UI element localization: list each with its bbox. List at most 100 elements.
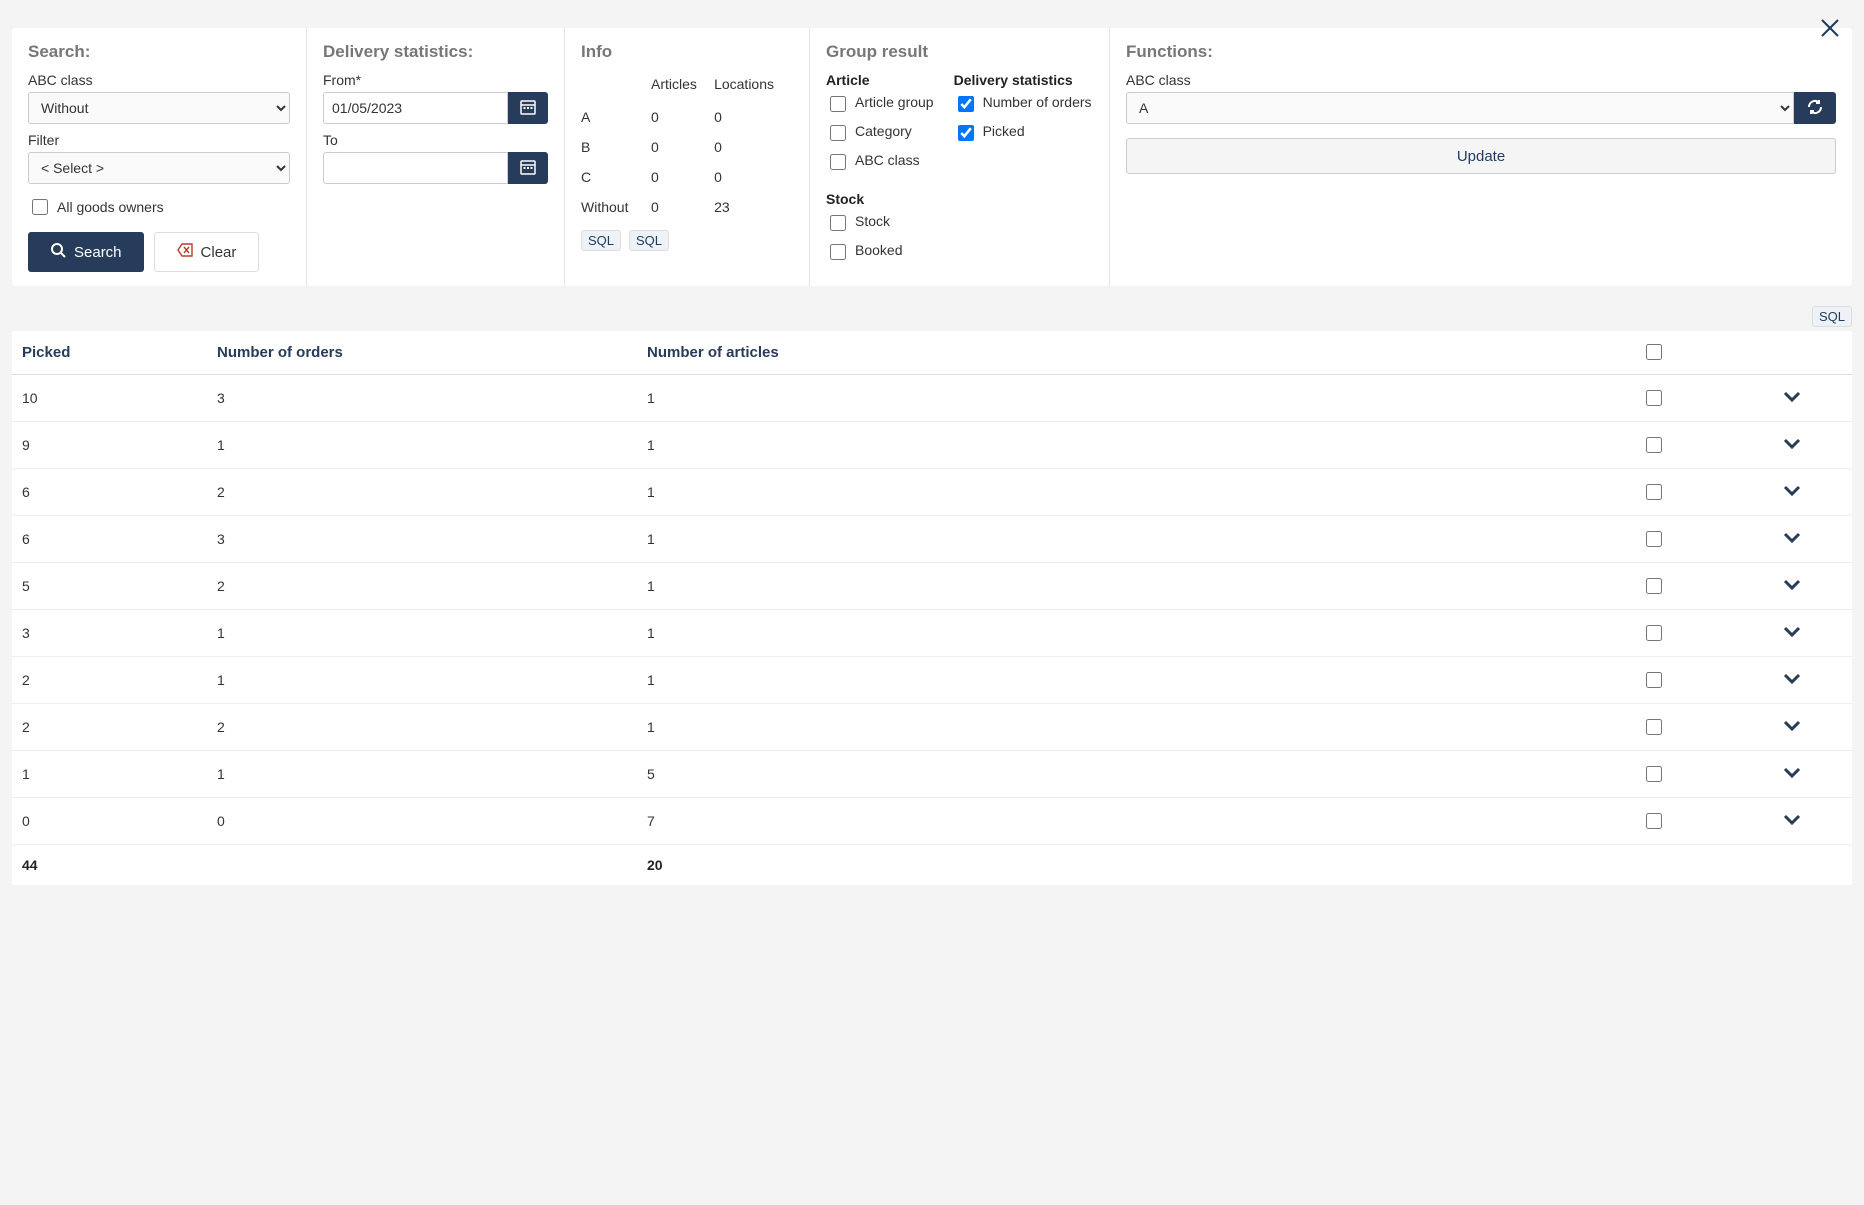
row-checkbox[interactable] xyxy=(1646,813,1662,829)
search-button[interactable]: Search xyxy=(28,232,144,272)
refresh-button[interactable] xyxy=(1794,92,1836,124)
chevron-down-icon[interactable] xyxy=(1783,531,1801,547)
row-checkbox[interactable] xyxy=(1646,531,1662,547)
clear-button[interactable]: Clear xyxy=(154,232,260,272)
panel-functions: Functions: ABC class A Update xyxy=(1110,28,1852,286)
cell-orders: 1 xyxy=(207,751,637,798)
from-date-input[interactable] xyxy=(323,92,508,124)
row-checkbox[interactable] xyxy=(1646,719,1662,735)
results-sql-badge[interactable]: SQL xyxy=(1812,306,1852,327)
chevron-down-icon[interactable] xyxy=(1783,437,1801,453)
chevron-down-icon[interactable] xyxy=(1783,672,1801,688)
group-article-item: Article group xyxy=(826,94,934,115)
chevron-down-icon[interactable] xyxy=(1783,719,1801,735)
refresh-icon xyxy=(1807,99,1823,118)
table-row: 1031 xyxy=(12,375,1852,422)
col-header-picked[interactable]: Picked xyxy=(12,331,207,375)
row-checkbox[interactable] xyxy=(1646,578,1662,594)
chevron-down-icon[interactable] xyxy=(1783,578,1801,594)
row-checkbox[interactable] xyxy=(1646,437,1662,453)
info-row: Without023 xyxy=(581,192,793,222)
group-stock-checkbox[interactable] xyxy=(830,215,846,231)
abc-class-label: ABC class xyxy=(28,72,290,88)
to-date-input[interactable] xyxy=(323,152,508,184)
group-delivery-checkbox[interactable] xyxy=(958,96,974,112)
cell-orders: 0 xyxy=(207,798,637,845)
functions-abc-select[interactable]: A xyxy=(1126,92,1794,124)
info-row-label: Without xyxy=(581,192,651,222)
functions-title: Functions: xyxy=(1126,42,1836,62)
from-date-picker-button[interactable] xyxy=(508,92,548,124)
group-article-label: ABC class xyxy=(855,152,920,168)
results-totals-row: 44 20 xyxy=(12,845,1852,886)
update-button[interactable]: Update xyxy=(1126,138,1836,174)
chevron-down-icon[interactable] xyxy=(1783,766,1801,782)
to-label: To xyxy=(323,132,548,148)
info-row-label: B xyxy=(581,132,651,162)
cell-articles: 1 xyxy=(637,422,1632,469)
total-picked: 44 xyxy=(12,845,207,886)
info-col-articles: Articles xyxy=(651,72,714,102)
group-stock-checkbox[interactable] xyxy=(830,244,846,260)
group-stock-item: Stock xyxy=(826,213,934,234)
cell-orders: 2 xyxy=(207,469,637,516)
info-row-articles: 0 xyxy=(651,162,714,192)
cell-articles: 1 xyxy=(637,704,1632,751)
results-table: Picked Number of orders Number of articl… xyxy=(12,331,1852,885)
cell-articles: 1 xyxy=(637,516,1632,563)
panel-delivery: Delivery statistics: From* To xyxy=(307,28,565,286)
group-article-item: ABC class xyxy=(826,152,934,173)
to-date-picker-button[interactable] xyxy=(508,152,548,184)
article-head: Article xyxy=(826,72,934,88)
group-delivery-checkbox[interactable] xyxy=(958,125,974,141)
cell-articles: 1 xyxy=(637,610,1632,657)
table-row: 521 xyxy=(12,563,1852,610)
cell-picked: 5 xyxy=(12,563,207,610)
row-checkbox[interactable] xyxy=(1646,766,1662,782)
group-article-checkbox[interactable] xyxy=(830,96,846,112)
group-delivery-label: Number of orders xyxy=(983,94,1092,110)
info-row-locations: 0 xyxy=(714,102,793,132)
row-checkbox[interactable] xyxy=(1646,484,1662,500)
all-goods-checkbox[interactable] xyxy=(32,199,48,215)
info-col-locations: Locations xyxy=(714,72,793,102)
col-header-orders[interactable]: Number of orders xyxy=(207,331,637,375)
search-title: Search: xyxy=(28,42,290,62)
table-row: 115 xyxy=(12,751,1852,798)
cell-articles: 5 xyxy=(637,751,1632,798)
sql-badge-1[interactable]: SQL xyxy=(581,230,621,251)
cell-picked: 6 xyxy=(12,516,207,563)
chevron-down-icon[interactable] xyxy=(1783,390,1801,406)
chevron-down-icon[interactable] xyxy=(1783,484,1801,500)
group-delivery-item: Picked xyxy=(954,123,1092,144)
close-icon[interactable] xyxy=(1820,18,1840,41)
sql-badge-2[interactable]: SQL xyxy=(629,230,669,251)
table-row: 621 xyxy=(12,469,1852,516)
table-row: 911 xyxy=(12,422,1852,469)
cell-orders: 1 xyxy=(207,422,637,469)
cell-orders: 1 xyxy=(207,610,637,657)
filter-select[interactable]: < Select > xyxy=(28,152,290,184)
group-article-checkbox[interactable] xyxy=(830,154,846,170)
group-article-item: Category xyxy=(826,123,934,144)
group-stock-item: Booked xyxy=(826,242,934,263)
info-row: B00 xyxy=(581,132,793,162)
col-header-articles[interactable]: Number of articles xyxy=(637,331,1632,375)
info-table: Articles Locations A00B00C00Without023 xyxy=(581,72,793,222)
select-all-checkbox[interactable] xyxy=(1646,344,1662,360)
panel-search: Search: ABC class Without Filter < Selec… xyxy=(12,28,307,286)
table-row: 211 xyxy=(12,657,1852,704)
row-checkbox[interactable] xyxy=(1646,390,1662,406)
group-article-checkbox[interactable] xyxy=(830,125,846,141)
row-checkbox[interactable] xyxy=(1646,672,1662,688)
abc-class-select[interactable]: Without xyxy=(28,92,290,124)
row-checkbox[interactable] xyxy=(1646,625,1662,641)
functions-abc-label: ABC class xyxy=(1126,72,1836,88)
chevron-down-icon[interactable] xyxy=(1783,813,1801,829)
cell-picked: 3 xyxy=(12,610,207,657)
table-row: 311 xyxy=(12,610,1852,657)
panel-group: Group result Article Article groupCatego… xyxy=(810,28,1110,286)
delivery-title: Delivery statistics: xyxy=(323,42,548,62)
stock-head: Stock xyxy=(826,191,934,207)
chevron-down-icon[interactable] xyxy=(1783,625,1801,641)
